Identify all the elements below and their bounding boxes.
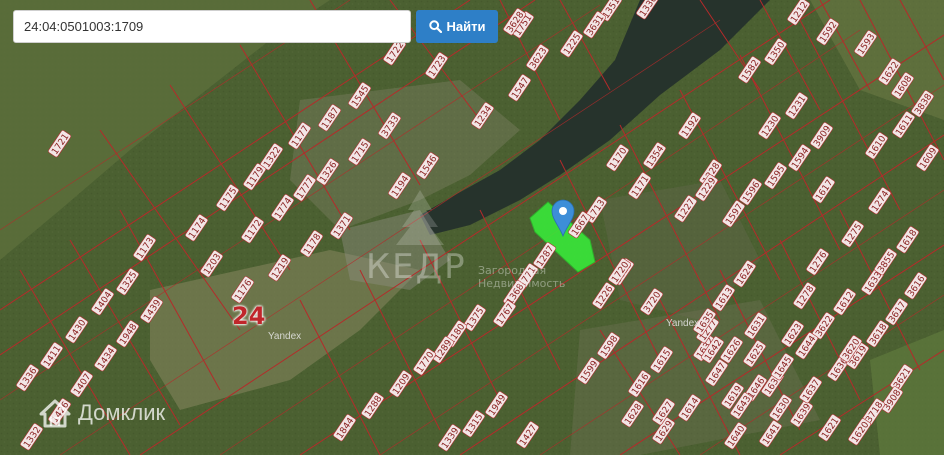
yandex-attribution: Yandex xyxy=(268,331,302,342)
search-button[interactable]: Найти xyxy=(416,10,498,43)
search-icon xyxy=(428,20,442,33)
kedr-watermark: КЕДР xyxy=(366,247,467,287)
domclick-watermark: Домклик xyxy=(38,398,165,428)
house-icon xyxy=(39,399,71,428)
domclick-label: Домклик xyxy=(78,400,166,425)
zone-label: 24 xyxy=(232,302,266,330)
kedr-watermark-subtitle: Загородная Недвижимость xyxy=(478,264,566,290)
yandex-attribution: Yandex xyxy=(666,318,700,329)
cadastral-search-input[interactable] xyxy=(13,10,411,43)
search-button-label: Найти xyxy=(446,19,486,34)
map-canvas[interactable]: 5251543142819751976197819791547123415453… xyxy=(0,0,944,455)
kedr-tree-logo-icon xyxy=(396,190,444,245)
